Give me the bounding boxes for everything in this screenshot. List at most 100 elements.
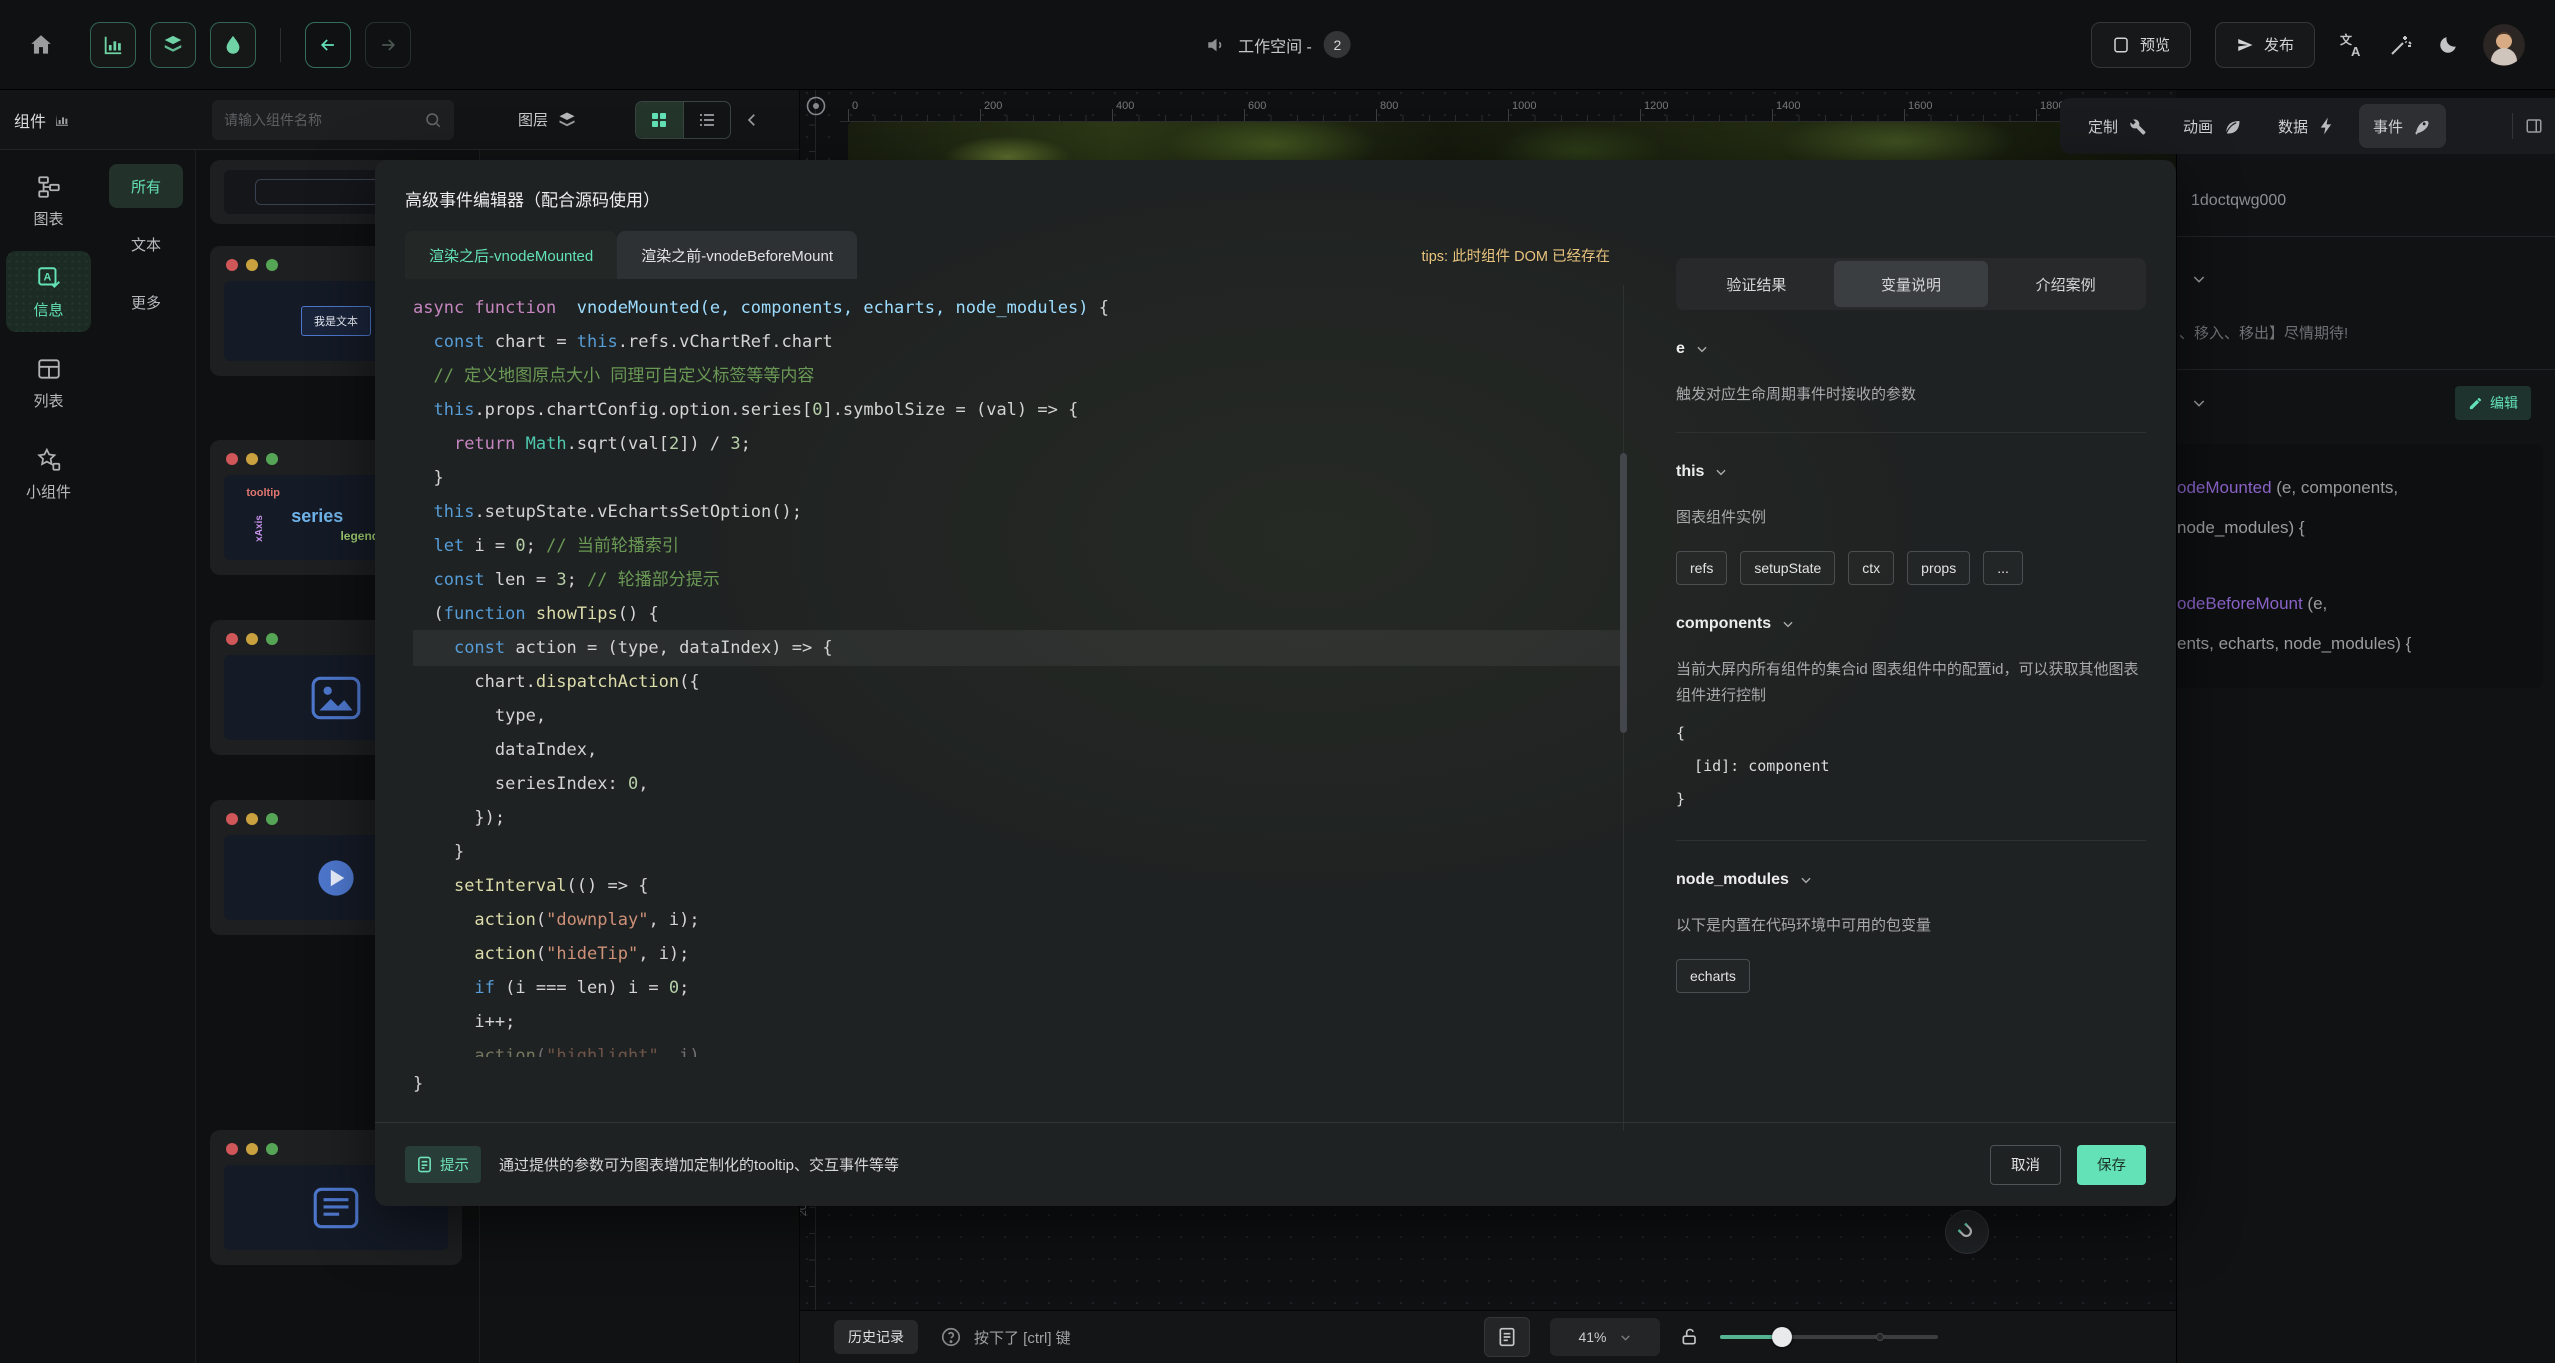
- zoom-select[interactable]: 41%: [1550, 1318, 1660, 1356]
- doc-section-desc: 图表组件实例: [1676, 505, 2146, 531]
- guideline-button[interactable]: [1484, 1317, 1530, 1357]
- divider: [2177, 369, 2555, 370]
- doc-section-components: components当前大屏内所有组件的集合id 图表组件中的配置id，可以获取…: [1676, 615, 2146, 816]
- workspace-title: 工作空间 - 2: [1204, 31, 1351, 58]
- ruler-tick-label: 1200: [1644, 100, 1668, 112]
- doc-section-header[interactable]: components: [1676, 615, 2146, 633]
- code-line: chart.dispatchAction({: [413, 665, 1620, 699]
- help-icon[interactable]: [940, 1326, 962, 1348]
- dark-mode-button[interactable]: [2437, 34, 2459, 56]
- search-input[interactable]: [212, 112, 424, 128]
- tab-animation[interactable]: 动画: [2169, 104, 2256, 148]
- chevron-down-icon: [1799, 873, 1813, 887]
- divider: [1676, 432, 2146, 433]
- traffic-dot: [226, 633, 238, 645]
- chevron-down-icon: [1714, 465, 1728, 479]
- cancel-button[interactable]: 取消: [1990, 1145, 2061, 1185]
- ruler-origin-icon[interactable]: [804, 94, 828, 118]
- lifecycle-tabs-group: 渲染之后-vnodeMounted渲染之前-vnodeBeforeMount: [405, 231, 857, 279]
- modal-title: 高级事件编辑器（配合源码使用）: [375, 160, 2176, 211]
- sitemap-icon: [36, 174, 62, 200]
- pencil-icon: [2468, 396, 2483, 411]
- sidebar-item-info[interactable]: A信息: [6, 251, 91, 332]
- theme-color-button[interactable]: [210, 22, 256, 68]
- history-button[interactable]: 历史记录: [834, 1320, 918, 1354]
- layers-button[interactable]: [150, 22, 196, 68]
- moon-icon: [2437, 34, 2459, 56]
- code-line: async function vnodeMounted(e, component…: [413, 291, 1620, 325]
- snap-magnet-button[interactable]: [1945, 1210, 1989, 1254]
- doc-section-header[interactable]: node_modules: [1676, 871, 2146, 889]
- category-all[interactable]: 所有: [109, 164, 183, 208]
- tab-vnode-mounted[interactable]: 渲染之后-vnodeMounted: [405, 231, 617, 279]
- code-line: }: [413, 461, 1620, 495]
- doc-section-name: components: [1676, 615, 1771, 633]
- publish-button[interactable]: 发布: [2215, 22, 2315, 68]
- sidebar-item-charts[interactable]: 图表: [6, 160, 91, 241]
- tab-vnode-before-mount[interactable]: 渲染之前-vnodeBeforeMount: [617, 231, 857, 279]
- topbar-right-group: 预览 发布 文A: [2091, 22, 2525, 68]
- code-editor[interactable]: async function vnodeMounted(e, component…: [405, 279, 1620, 1101]
- traffic-dot: [266, 1143, 278, 1155]
- topbar: 工作空间 - 2 预览 发布 文A: [0, 0, 2555, 90]
- layers-view-toggle: [635, 101, 731, 139]
- magic-wand-button[interactable]: [2389, 33, 2413, 57]
- docs-tab-validate[interactable]: 验证结果: [1679, 261, 1834, 307]
- components-panel-title: 组件: [14, 108, 70, 132]
- statusbar-right-group: 41%: [1484, 1317, 1938, 1357]
- tab-data[interactable]: 数据: [2264, 104, 2351, 148]
- sidebar-item-label: 信息: [33, 299, 63, 320]
- layers-title-text: 图层: [518, 109, 548, 130]
- undo-button[interactable]: [305, 22, 351, 68]
- slider-handle[interactable]: [1772, 1327, 1792, 1347]
- layers-title: 图层: [518, 109, 577, 130]
- sidebar-item-list[interactable]: 列表: [6, 342, 91, 423]
- tab-label: 定制: [2088, 116, 2118, 137]
- tab-customize[interactable]: 定制: [2074, 104, 2161, 148]
- topbar-divider: [280, 28, 281, 62]
- arrow-left-icon: [318, 35, 338, 55]
- list-view-button[interactable]: [683, 102, 731, 138]
- chart-components-button[interactable]: [90, 22, 136, 68]
- code-line: action("downplay", i);: [413, 903, 1620, 937]
- monitor-icon: [2112, 36, 2130, 54]
- modal-body: 渲染之后-vnodeMounted渲染之前-vnodeBeforeMount t…: [375, 231, 2176, 1101]
- document-icon: [417, 1156, 432, 1173]
- unlock-icon[interactable]: [1680, 1326, 1700, 1348]
- rocket-icon: [2412, 116, 2432, 136]
- avatar[interactable]: [2483, 24, 2525, 66]
- wordcloud-word: series: [291, 506, 343, 527]
- layers-panel-header: 图层: [480, 90, 800, 150]
- preview-button[interactable]: 预览: [2091, 22, 2191, 68]
- grid-view-button[interactable]: [636, 102, 683, 138]
- save-button[interactable]: 保存: [2077, 1145, 2146, 1185]
- var-tag: props: [1907, 551, 1970, 585]
- code-line: action("hideTip", i);: [413, 937, 1620, 971]
- doc-section-header[interactable]: this: [1676, 463, 2146, 481]
- code-editor-column: 渲染之后-vnodeMounted渲染之前-vnodeBeforeMount t…: [405, 231, 1620, 1101]
- docs-tab-examples[interactable]: 介绍案例: [1988, 261, 2143, 307]
- edit-events-button[interactable]: 编辑: [2455, 386, 2531, 420]
- redo-button[interactable]: [365, 22, 411, 68]
- category-more[interactable]: 更多: [109, 280, 183, 324]
- grid-view-icon: [651, 112, 667, 128]
- chevron-down-icon[interactable]: [2191, 395, 2207, 411]
- panel-toggle-icon[interactable]: [2525, 117, 2543, 135]
- sidebar-item-widgets[interactable]: 小组件: [6, 433, 91, 514]
- docs-tab-variables[interactable]: 变量说明: [1834, 261, 1989, 307]
- code-line: let i = 0; // 当前轮播索引: [413, 529, 1620, 563]
- mini-bar-chart-icon: [54, 112, 70, 128]
- category-text[interactable]: 文本: [109, 222, 183, 266]
- chevron-down-icon: [1619, 1331, 1632, 1344]
- language-button[interactable]: 文A: [2339, 32, 2365, 58]
- tips-text: tips: 此时组件 DOM 已经存在: [1421, 245, 1620, 266]
- zoom-slider[interactable]: [1720, 1327, 1938, 1347]
- home-button[interactable]: [28, 32, 54, 58]
- tab-events[interactable]: 事件: [2359, 104, 2446, 148]
- chevron-down-icon[interactable]: [2191, 271, 2207, 287]
- wordcloud-word: xAxis: [254, 515, 265, 542]
- tabs-bar-end: [2512, 113, 2543, 139]
- editor-scrollbar-thumb[interactable]: [1620, 453, 1627, 733]
- doc-section-header[interactable]: e: [1676, 340, 2146, 358]
- collapse-panel-button[interactable]: [743, 111, 761, 129]
